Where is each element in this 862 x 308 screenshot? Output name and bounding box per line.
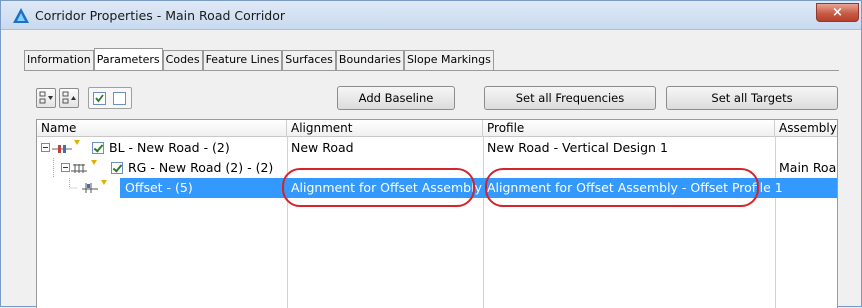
- row-assembly: Main Road: [779, 160, 838, 175]
- table-row[interactable]: BL - New Road - (2) New Road New Road - …: [37, 138, 837, 158]
- window-title: Corridor Properties - Main Road Corridor: [35, 8, 286, 23]
- column-header-profile[interactable]: Profile: [483, 120, 775, 137]
- corridor-properties-dialog: Corridor Properties - Main Road Corridor…: [0, 0, 862, 308]
- highlight-ring-alignment: [282, 168, 475, 207]
- add-baseline-button[interactable]: Add Baseline: [337, 86, 455, 110]
- tab-slope-markings[interactable]: Slope Markings: [403, 50, 494, 70]
- set-all-frequencies-button[interactable]: Set all Frequencies: [484, 86, 656, 110]
- uncheck-all-button[interactable]: [113, 92, 126, 105]
- set-all-targets-button[interactable]: Set all Targets: [666, 86, 838, 110]
- expand-tree-icon: [39, 91, 53, 104]
- civil3d-app-icon: [13, 8, 29, 23]
- tab-feature-lines[interactable]: Feature Lines: [202, 50, 283, 70]
- column-header-alignment[interactable]: Alignment: [287, 120, 483, 137]
- collapse-node-icon[interactable]: [41, 143, 51, 153]
- baseline-icon: [52, 145, 72, 153]
- column-header-name[interactable]: Name: [37, 120, 287, 137]
- tab-panel-border: [24, 70, 839, 71]
- warning-marker-icon: [74, 140, 80, 145]
- warning-marker-icon: [91, 160, 97, 165]
- offset-baseline-icon: [82, 183, 98, 193]
- tab-strip: Information Parameters Codes Feature Lin…: [24, 48, 494, 71]
- row-checkbox[interactable]: [92, 142, 104, 154]
- tab-boundaries[interactable]: Boundaries: [335, 50, 404, 70]
- grid-header: Name Alignment Profile Assembly: [37, 120, 837, 137]
- warning-marker-icon: [101, 180, 107, 185]
- collapse-node-icon[interactable]: [61, 163, 71, 173]
- row-name: BL - New Road - (2): [109, 140, 230, 155]
- expand-all-button[interactable]: [36, 88, 56, 108]
- close-button[interactable]: ×: [816, 3, 859, 22]
- row-profile: [483, 158, 487, 178]
- checkmark-icon: [95, 94, 104, 103]
- row-checkbox[interactable]: [111, 162, 123, 174]
- row-name: Offset - (5): [125, 180, 193, 195]
- collapse-tree-icon: [62, 91, 76, 104]
- row-assembly: [775, 178, 779, 198]
- check-toggle-group: [88, 87, 132, 109]
- column-header-assembly[interactable]: Assembly: [775, 120, 837, 137]
- row-alignment: New Road: [291, 140, 354, 155]
- row-profile: New Road - Vertical Design 1: [487, 140, 668, 155]
- check-all-button[interactable]: [93, 92, 106, 105]
- tab-codes[interactable]: Codes: [162, 50, 203, 70]
- row-assembly: [775, 138, 779, 158]
- title-bar[interactable]: Corridor Properties - Main Road Corridor…: [1, 1, 861, 30]
- tab-surfaces[interactable]: Surfaces: [282, 50, 336, 70]
- row-name: RG - New Road (2) - (2): [128, 160, 274, 175]
- baseline-grid: Name Alignment Profile Assembly BL - New…: [36, 119, 838, 308]
- tab-parameters[interactable]: Parameters: [93, 48, 163, 70]
- tab-information[interactable]: Information: [24, 50, 94, 70]
- highlight-ring-profile: [485, 168, 759, 207]
- tree-connector-line: [53, 158, 54, 178]
- region-icon: [71, 164, 87, 173]
- collapse-all-button[interactable]: [59, 88, 79, 108]
